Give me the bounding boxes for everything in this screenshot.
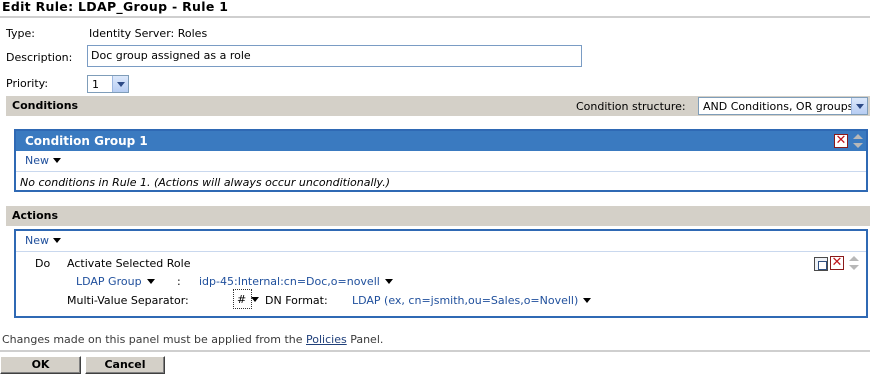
type-value: Identity Server: Roles [89,27,208,40]
separator-dropdown[interactable]: # [233,289,260,309]
source-colon: : [177,275,181,288]
condition-new-menu[interactable]: New [25,154,61,167]
delete-icon[interactable]: ✕ [830,256,844,270]
delete-icon[interactable]: ✕ [834,134,848,148]
chevron-down-icon[interactable] [112,76,128,92]
no-conditions-message: No conditions in Rule 1. (Actions will a… [20,176,391,189]
move-up-down-icon[interactable] [852,134,864,148]
chevron-down-icon [384,279,393,284]
chevron-down-icon [583,298,592,303]
separator-label: Multi-Value Separator: [67,294,189,307]
priority-select-value: 1 [92,77,99,91]
condition-group-header: Condition Group 1 [16,131,866,151]
ok-button[interactable]: OK [0,356,81,374]
chevron-down-icon [146,279,155,284]
source-type-label: LDAP Group [76,275,142,288]
condition-group-1: Condition Group 1 ✕ New No conditions in… [14,129,868,192]
page-title: Edit Rule: LDAP_Group - Rule 1 [2,0,229,14]
source-value-label: idp-45:Internal:cn=Doc,o=novell [199,275,380,288]
do-label: Do [35,257,51,270]
chevron-down-icon [53,158,61,163]
actions-divider [16,251,866,252]
actions-section-title: Actions [12,209,58,222]
conditions-section-title: Conditions [12,99,79,112]
priority-label: Priority: [6,77,49,90]
condition-structure-value: AND Conditions, OR groups [703,99,851,113]
condition-structure-label: Condition structure: [576,100,686,113]
action-name: Activate Selected Role [67,257,191,270]
type-label: Type: [6,27,35,40]
footer-divider [0,350,870,352]
description-input[interactable]: Doc group assigned as a role [87,45,582,67]
dn-format-dropdown[interactable]: LDAP (ex, cn=jsmith,ou=Sales,o=Novell) [352,294,592,307]
title-divider [0,16,870,18]
dn-format-value: LDAP (ex, cn=jsmith,ou=Sales,o=Novell) [352,294,579,307]
chevron-down-icon [53,238,61,243]
separator-value: # [237,292,247,306]
condition-group-title: Condition Group 1 [25,134,148,148]
condition-new-label: New [25,154,49,167]
chevron-down-icon [251,296,260,302]
description-label: Description: [6,51,73,64]
condition-structure-select[interactable]: AND Conditions, OR groups [698,97,868,115]
source-type-dropdown[interactable]: LDAP Group [76,275,155,288]
action-new-menu[interactable]: New [25,234,61,247]
actions-section-header: Actions [6,206,870,226]
condition-group-divider [16,171,866,172]
source-value-dropdown[interactable]: idp-45:Internal:cn=Doc,o=novell [199,275,393,288]
apply-changes-note: Changes made on this panel must be appli… [2,333,383,346]
note-text-after: Panel. [346,333,384,346]
action-new-label: New [25,234,49,247]
dn-format-label: DN Format: [265,294,328,307]
copy-icon[interactable] [814,257,828,271]
priority-select[interactable]: 1 [87,75,129,93]
policies-link[interactable]: Policies [306,333,347,346]
chevron-down-icon[interactable] [851,98,867,114]
note-text-before: Changes made on this panel must be appli… [2,333,307,346]
move-up-down-icon[interactable] [848,256,860,270]
cancel-button[interactable]: Cancel [85,356,165,374]
